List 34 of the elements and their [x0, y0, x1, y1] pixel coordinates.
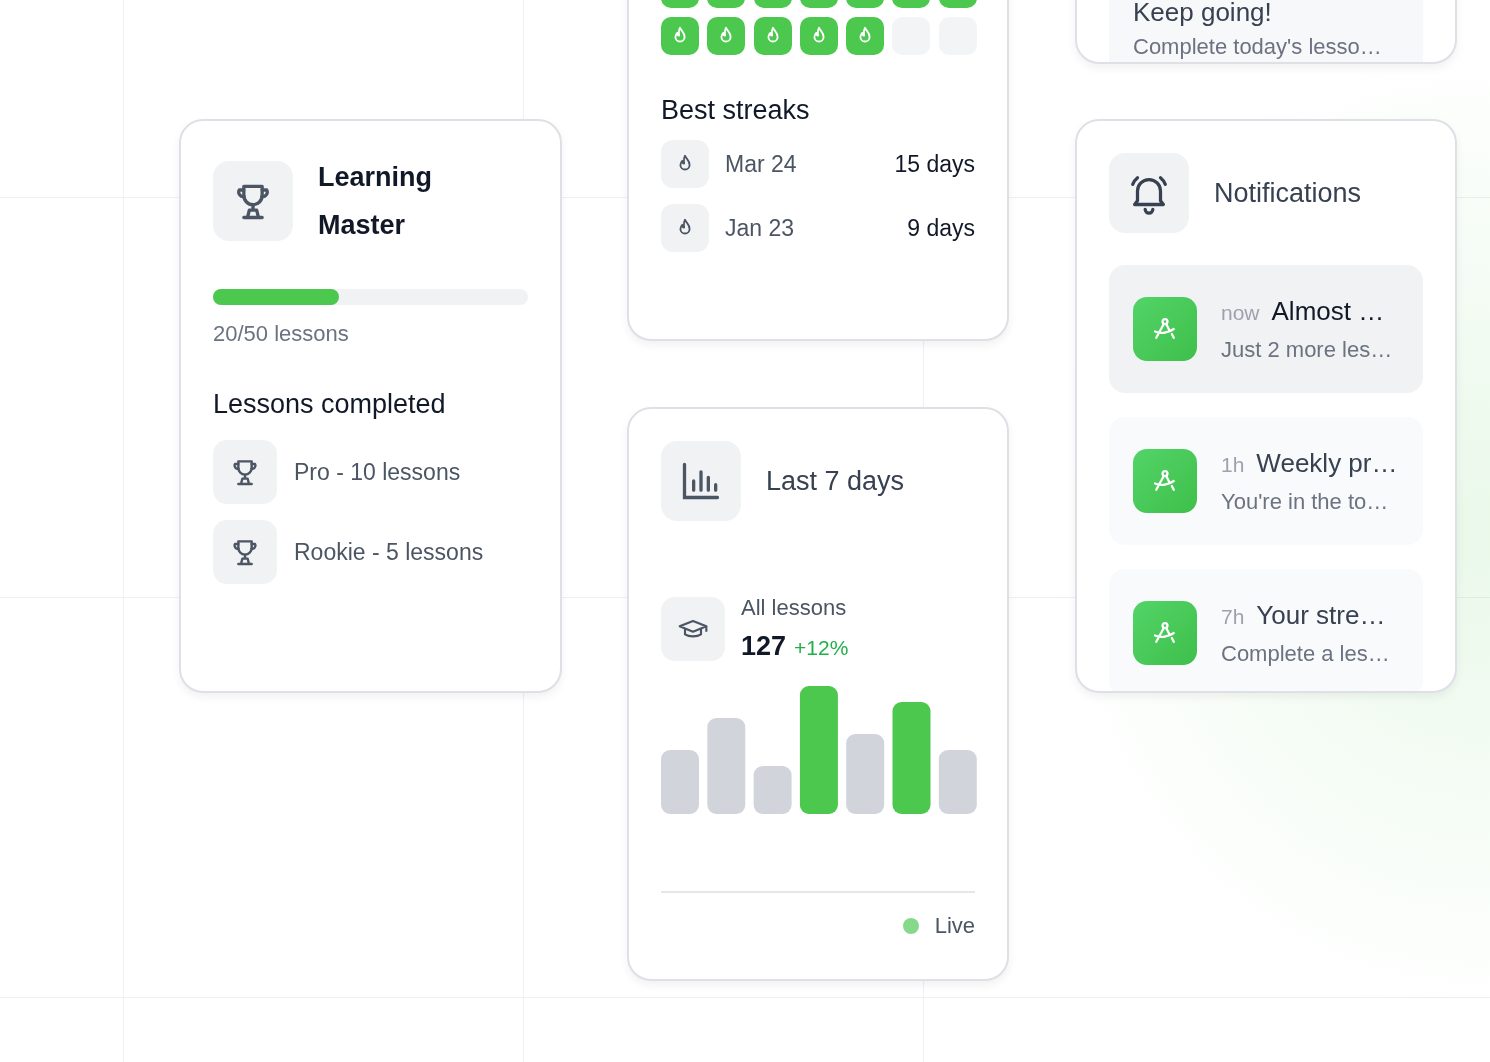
goal-title: Keep going! [1133, 0, 1273, 28]
notification-time: 1h [1221, 452, 1245, 477]
status-label: Live [934, 913, 975, 939]
notification-title: Your stre… [1256, 599, 1386, 631]
notification-body: You're in the to… [1221, 488, 1390, 515]
section-title: Lessons completed [213, 389, 447, 420]
chart-bar [753, 766, 792, 814]
notification-item[interactable]: 7h Your stre… Complete a les… [1109, 569, 1423, 691]
streak-length: 9 days [907, 214, 975, 242]
metric-label: All lessons [741, 595, 848, 621]
notification-body: Just 2 more les… [1221, 336, 1393, 363]
notification-item[interactable]: 1h Weekly pr… You're in the to… [1109, 417, 1423, 545]
progress-text: 20/50 lessons [213, 321, 350, 347]
lesson-label: Pro - 10 lessons [294, 458, 461, 486]
streak-length: 15 days [894, 150, 975, 178]
metric-change: +12% [794, 636, 849, 660]
chart-bar [938, 750, 977, 814]
notification-title: Almost … [1271, 295, 1385, 327]
lesson-label: Rookie - 5 lessons [294, 538, 484, 566]
notification-body: Complete a les… [1221, 640, 1390, 667]
chart-bar [661, 750, 699, 814]
notification-time: now [1221, 300, 1260, 325]
card-title: Notifications [1214, 177, 1362, 209]
notification-time: 7h [1221, 604, 1245, 629]
notification-item[interactable]: now Almost … Just 2 more les… [1109, 265, 1423, 393]
notification-title: Weekly pr… [1256, 447, 1398, 479]
metric-value: 127 [741, 631, 787, 662]
goal-subtitle: Complete today's lesso… [1133, 34, 1383, 61]
streak-date: Jan 23 [725, 214, 796, 242]
section-title: Best streaks [661, 95, 811, 126]
streak-date: Mar 24 [725, 150, 798, 178]
card-title: Learning Master [318, 161, 433, 242]
status-dot [902, 918, 919, 934]
card-title: Last 7 days [766, 465, 905, 497]
